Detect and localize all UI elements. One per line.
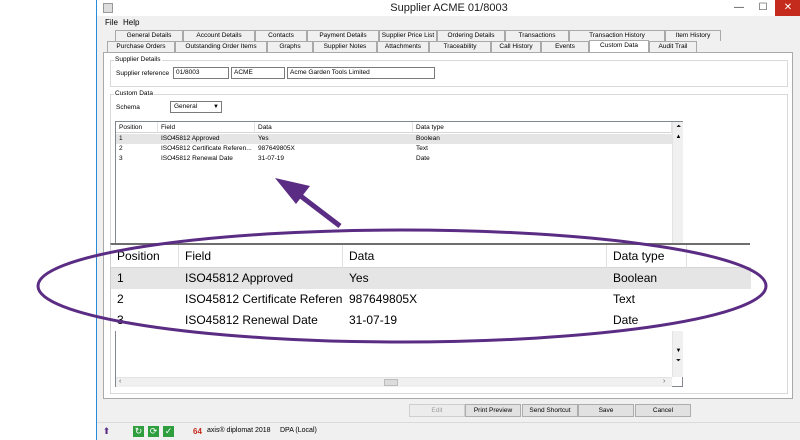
tab-custom-data[interactable]: Custom Data <box>589 40 649 52</box>
callout-ellipse <box>36 228 768 344</box>
callout-arrow-line <box>296 192 342 228</box>
annotation-overlay <box>36 178 768 344</box>
